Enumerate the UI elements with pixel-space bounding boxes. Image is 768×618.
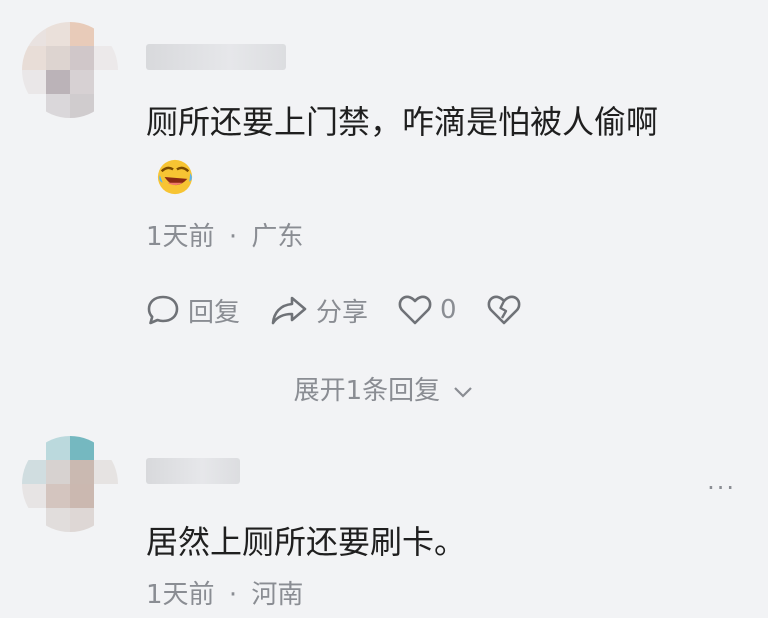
share-label: 分享 [316, 297, 369, 328]
comment-meta: 1天前 · 河南 [146, 574, 303, 611]
username-blurred[interactable] [146, 44, 286, 70]
comment-meta: 1天前 · 广东 [146, 216, 303, 253]
share-arrow-icon [271, 296, 307, 325]
more-options-button[interactable]: ··· [707, 474, 736, 502]
timestamp: 1天前 [146, 222, 215, 252]
avatar[interactable] [22, 22, 118, 118]
comment-text: 居然上厕所还要刷卡。 [146, 523, 467, 561]
avatar[interactable] [22, 436, 118, 532]
share-button[interactable]: 分享 [270, 292, 368, 329]
expand-replies-label: 展开1条回复 [293, 376, 441, 406]
comment-bubble-icon [147, 295, 179, 325]
expand-replies-button[interactable]: 展开1条回复 [0, 370, 768, 407]
separator: · [228, 580, 238, 610]
comment-actions: 回复 分享 0 [146, 288, 559, 332]
dislike-button[interactable] [487, 294, 529, 326]
timestamp: 1天前 [146, 580, 215, 610]
reply-label: 回复 [188, 297, 241, 328]
reply-button[interactable]: 回复 [146, 292, 240, 329]
broken-heart-icon [487, 295, 520, 325]
like-count: 0 [440, 295, 457, 325]
like-button[interactable]: 0 [398, 294, 457, 326]
laughing-crying-emoji-icon [157, 159, 193, 195]
separator: · [228, 222, 238, 252]
comment-text: 厕所还要上门禁，咋滴是怕被人偷啊 [146, 103, 659, 141]
heart-icon [398, 295, 432, 325]
location: 广东 [251, 222, 304, 252]
location: 河南 [251, 580, 304, 610]
username-blurred[interactable] [146, 458, 240, 484]
chevron-down-icon [454, 386, 473, 398]
